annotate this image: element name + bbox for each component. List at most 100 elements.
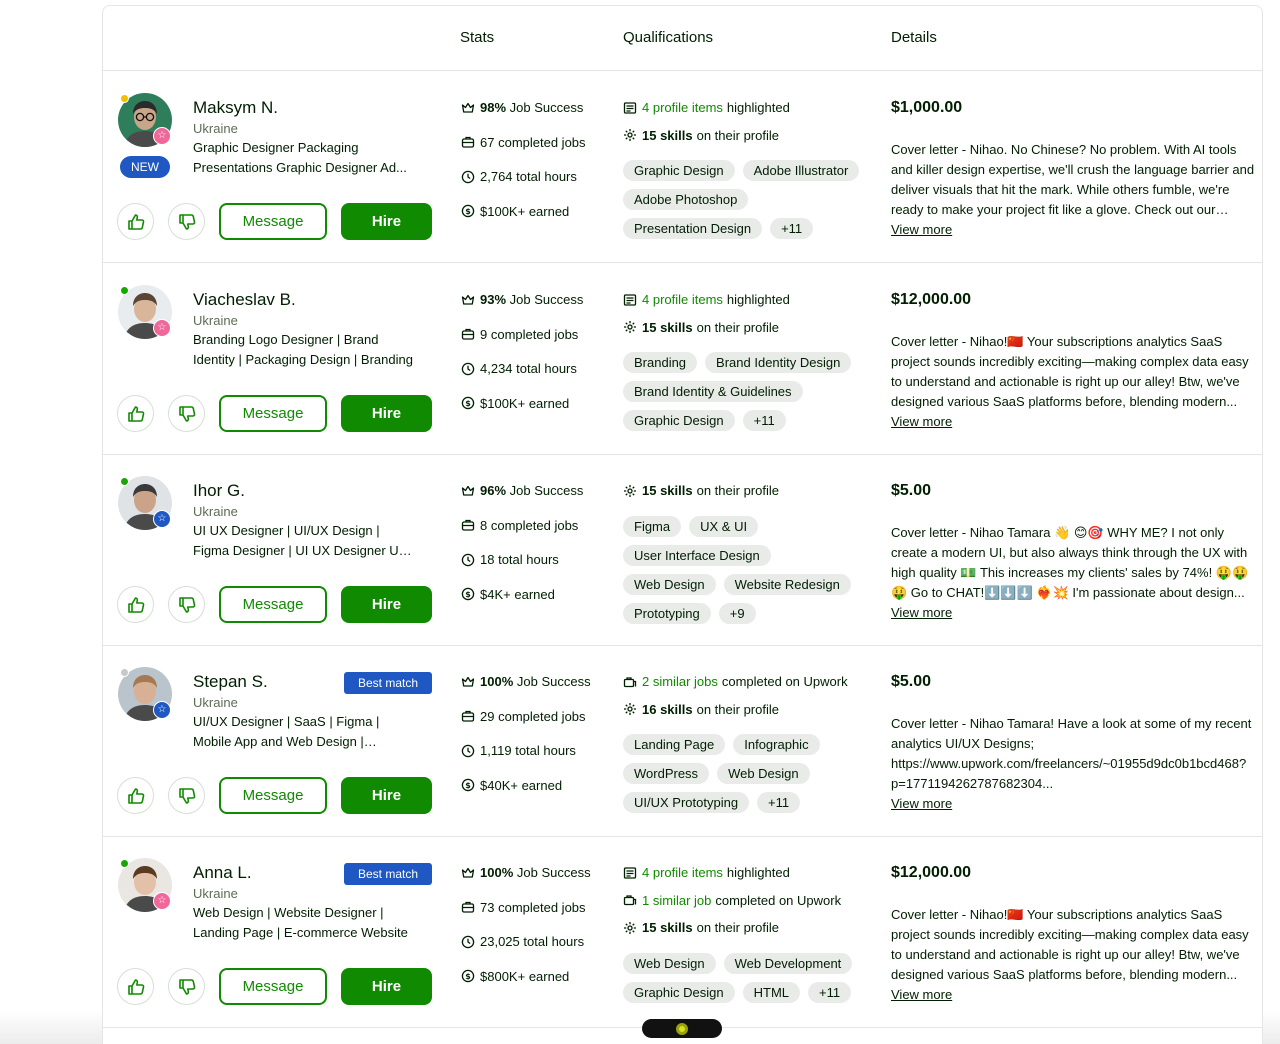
- dislike-button[interactable]: [168, 777, 205, 814]
- dollar-icon: $: [461, 396, 475, 410]
- more-skills-tag[interactable]: +11: [808, 981, 852, 1003]
- skill-tag[interactable]: Graphic Design: [623, 410, 735, 431]
- best-match-badge: Best match: [344, 863, 432, 885]
- skill-tag[interactable]: Graphic Design: [623, 160, 735, 181]
- stat-earned: $ $40K+ earned: [461, 778, 562, 793]
- avatar[interactable]: ☆: [118, 476, 172, 530]
- view-more-link[interactable]: View more: [891, 414, 952, 429]
- view-more-link[interactable]: View more: [891, 222, 952, 237]
- qualification-line: 4 profile items highlighted: [623, 292, 790, 307]
- qualification-link[interactable]: 4 profile items: [642, 865, 723, 880]
- freelancer-country: Ukraine: [193, 695, 238, 710]
- skill-tag[interactable]: Presentation Design: [623, 218, 763, 239]
- skill-tag[interactable]: Web Development: [723, 952, 853, 974]
- briefcase-icon: [461, 327, 475, 341]
- skill-tag[interactable]: Web Design: [717, 763, 810, 784]
- more-skills-tag[interactable]: +9: [718, 602, 756, 624]
- qualification-line: 1 similar job completed on Upwork: [623, 893, 841, 908]
- qualification-link[interactable]: 2 similar jobs: [642, 674, 718, 689]
- avatar[interactable]: ☆: [118, 858, 172, 912]
- view-more-link[interactable]: View more: [891, 796, 952, 811]
- message-button[interactable]: Message: [219, 586, 327, 623]
- avatar[interactable]: ☆: [118, 667, 172, 721]
- stat-job-success-label: Job Success: [516, 674, 591, 689]
- skill-tag[interactable]: Web Design: [623, 573, 716, 595]
- stat-total-hours-label: total hours: [515, 743, 576, 758]
- message-button[interactable]: Message: [219, 968, 327, 1005]
- dislike-button[interactable]: [168, 586, 205, 623]
- qualification-count: 15 skills: [642, 127, 693, 143]
- message-button[interactable]: Message: [219, 777, 327, 814]
- dollar-icon: $: [461, 778, 475, 792]
- skill-tag[interactable]: Prototyping: [623, 602, 711, 624]
- dislike-button[interactable]: [168, 203, 205, 240]
- skill-tag[interactable]: Adobe Illustrator: [742, 160, 860, 181]
- hire-button[interactable]: Hire: [341, 968, 432, 1005]
- dollar-icon: $: [461, 587, 475, 601]
- message-button[interactable]: Message: [219, 203, 327, 240]
- skill-tag[interactable]: Web Design: [623, 952, 716, 974]
- scroll-handle[interactable]: [642, 1019, 722, 1038]
- svg-text:$: $: [465, 590, 471, 599]
- freelancer-name[interactable]: Maksym N.: [193, 98, 278, 118]
- like-button[interactable]: [117, 203, 154, 240]
- skill-tag[interactable]: UX & UI: [689, 515, 759, 537]
- stat-total-hours-value: 4,234: [480, 361, 513, 376]
- view-more-link[interactable]: View more: [891, 987, 952, 1002]
- skill-tag[interactable]: Brand Identity & Guidelines: [623, 381, 803, 402]
- svg-text:$: $: [465, 399, 471, 408]
- view-more-link[interactable]: View more: [891, 605, 952, 620]
- stat-earned-label: earned: [528, 203, 570, 219]
- skill-tag[interactable]: Website Redesign: [723, 573, 851, 595]
- skill-tag[interactable]: WordPress: [623, 763, 710, 784]
- skill-tag[interactable]: Brand Identity Design: [705, 352, 852, 373]
- similar-jobs-icon: [623, 675, 637, 689]
- more-skills-tag[interactable]: +11: [757, 792, 801, 813]
- stat-total-hours: 1,119 total hours: [461, 743, 576, 758]
- skill-tag[interactable]: Landing Page: [623, 734, 726, 755]
- qualification-text: on their profile: [696, 319, 779, 335]
- avatar[interactable]: ☆: [118, 285, 172, 339]
- freelancer-name[interactable]: Anna L.: [193, 863, 252, 883]
- qualification-link[interactable]: 4 profile items: [642, 100, 723, 115]
- more-skills-tag[interactable]: +11: [770, 218, 814, 239]
- like-button[interactable]: [117, 777, 154, 814]
- skill-tag[interactable]: Branding: [623, 352, 698, 373]
- skill-tag[interactable]: HTML: [742, 981, 800, 1003]
- dislike-button[interactable]: [168, 395, 205, 432]
- skill-tag[interactable]: UI/UX Prototyping: [623, 792, 750, 813]
- freelancer-name[interactable]: Viacheslav B.: [193, 290, 296, 310]
- skill-tags: Web Design Web Development Graphic Design H…: [623, 952, 863, 1003]
- hire-button[interactable]: Hire: [341, 777, 432, 814]
- stat-total-hours: 4,234 total hours: [461, 361, 577, 376]
- freelancer-name[interactable]: Stepan S.: [193, 672, 268, 692]
- qualification-text: highlighted: [726, 292, 790, 307]
- freelancer-title: UI/UX Designer | SaaS | Figma | Mobile A…: [193, 714, 380, 749]
- qualification-link[interactable]: 4 profile items: [642, 292, 723, 307]
- hire-button[interactable]: Hire: [341, 395, 432, 432]
- like-button[interactable]: [117, 395, 154, 432]
- skill-tag[interactable]: User Interface Design: [623, 544, 771, 566]
- message-button[interactable]: Message: [219, 395, 327, 432]
- skill-tag[interactable]: Infographic: [733, 734, 820, 755]
- crown-icon: [461, 293, 475, 307]
- skill-tag[interactable]: Adobe Photoshop: [623, 189, 749, 210]
- online-status-dot: [120, 477, 129, 486]
- dislike-button[interactable]: [168, 968, 205, 1005]
- skill-tag[interactable]: Figma: [623, 515, 682, 537]
- stat-completed-jobs-label: completed jobs: [498, 708, 586, 724]
- skill-tag[interactable]: Graphic Design: [623, 981, 735, 1003]
- skill-tags: Figma UX & UI User Interface Design Web Des…: [623, 515, 863, 624]
- more-skills-tag[interactable]: +11: [742, 410, 786, 431]
- thumbs-up-icon: [127, 787, 144, 804]
- qualification-link[interactable]: 1 similar job: [642, 893, 711, 908]
- avatar[interactable]: ☆: [118, 93, 172, 147]
- stat-earned-label: earned: [514, 586, 555, 602]
- hire-button[interactable]: Hire: [341, 586, 432, 623]
- like-button[interactable]: [117, 586, 154, 623]
- like-button[interactable]: [117, 968, 154, 1005]
- hire-button[interactable]: Hire: [341, 203, 432, 240]
- stat-completed-jobs-value: 67: [480, 134, 495, 150]
- freelancer-name[interactable]: Ihor G.: [193, 481, 245, 501]
- briefcase-icon: [461, 709, 475, 723]
